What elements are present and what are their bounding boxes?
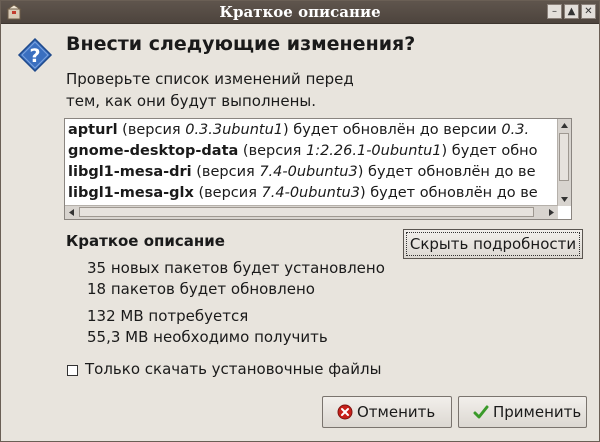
- new-packages-count: 35 новых пакетов будет установлено: [87, 259, 385, 277]
- package-name: gnome-desktop-data: [68, 143, 239, 159]
- scroll-left-icon[interactable]: [68, 208, 75, 217]
- close-button[interactable]: ✕: [581, 4, 596, 19]
- package-name: apturl: [68, 122, 118, 138]
- download-only-checkbox[interactable]: [67, 365, 78, 376]
- cancel-button[interactable]: Отменить: [322, 396, 452, 428]
- close-icon: ✕: [584, 6, 593, 17]
- dialog-window: Краткое описание – ▲ ✕ ? Внести следующи…: [0, 0, 600, 442]
- dialog-heading: Внести следующие изменения?: [66, 33, 416, 55]
- hide-details-button[interactable]: Скрыть подробности: [403, 229, 583, 259]
- scroll-down-icon[interactable]: [560, 196, 569, 203]
- change-text: ) будет обновлён до версии: [283, 122, 502, 138]
- change-text: ) будет обновлён до ве: [359, 185, 538, 201]
- package-name: libgl1-mesa-glx: [68, 185, 194, 201]
- changes-list[interactable]: apturl (версия 0.3.3ubuntu1) будет обнов…: [64, 118, 572, 220]
- checkmark-icon: [473, 405, 489, 419]
- dialog-subtext: Проверьте список изменений перед тем, ка…: [66, 68, 426, 112]
- maximize-button[interactable]: ▲: [564, 4, 579, 19]
- cancel-label: Отменить: [357, 403, 436, 421]
- vertical-scroll-thumb[interactable]: [559, 133, 569, 181]
- minimize-button[interactable]: –: [547, 4, 562, 19]
- cancel-icon: [337, 404, 353, 420]
- scroll-up-icon[interactable]: [560, 122, 569, 129]
- subtext-line: тем, как они будут выполнены.: [66, 92, 316, 110]
- upgraded-packages-count: 18 пакетов будет обновлено: [87, 280, 315, 298]
- list-item[interactable]: apturl (версия 0.3.3ubuntu1) будет обнов…: [66, 120, 557, 141]
- changes-list-viewport[interactable]: apturl (версия 0.3.3ubuntu1) будет обнов…: [66, 120, 557, 205]
- subtext-line: Проверьте список изменений перед: [66, 70, 354, 88]
- horizontal-scroll-thumb[interactable]: [79, 207, 534, 217]
- scroll-right-icon[interactable]: [548, 208, 555, 217]
- change-text: (версия: [193, 185, 262, 201]
- change-text: (версия: [191, 164, 260, 180]
- change-text: (версия: [117, 122, 186, 138]
- new-version: 0.3.: [501, 122, 530, 138]
- svg-text:?: ?: [29, 45, 40, 67]
- apply-button[interactable]: Применить: [458, 396, 587, 428]
- old-version: 7.4-0ubuntu3: [261, 185, 360, 201]
- question-icon: ?: [17, 37, 53, 73]
- maximize-icon: ▲: [567, 6, 576, 17]
- apply-label: Применить: [493, 403, 582, 421]
- window-title: Краткое описание: [219, 3, 381, 21]
- change-text: ) будет обновлён до ве: [357, 164, 536, 180]
- horizontal-scrollbar[interactable]: [65, 205, 558, 219]
- change-text: ) будет обно: [441, 143, 538, 159]
- minimize-icon: –: [552, 6, 557, 17]
- space-required: 132 MB потребуется: [87, 307, 249, 325]
- old-version: 7.4-0ubuntu3: [259, 164, 358, 180]
- download-size: 55,3 MB необходимо получить: [87, 328, 328, 346]
- old-version: 0.3.3ubuntu1: [185, 122, 283, 138]
- download-only-label[interactable]: Только скачать установочные файлы: [85, 360, 381, 378]
- list-item[interactable]: libgl1-mesa-glx (версия 7.4-0ubuntu3) бу…: [66, 183, 557, 204]
- title-bar[interactable]: Краткое описание – ▲ ✕: [1, 1, 599, 24]
- list-item[interactable]: gnome-desktop-data (версия 1:2.26.1-0ubu…: [66, 141, 557, 162]
- package-name: libgl1-mesa-dri: [68, 164, 192, 180]
- old-version: 1:2.26.1-0ubuntu1: [305, 143, 442, 159]
- summary-label: Краткое описание: [66, 232, 225, 250]
- list-item[interactable]: libgl1-mesa-dri (версия 7.4-0ubuntu3) бу…: [66, 162, 557, 183]
- vertical-scrollbar[interactable]: [557, 119, 571, 206]
- change-text: (версия: [238, 143, 306, 159]
